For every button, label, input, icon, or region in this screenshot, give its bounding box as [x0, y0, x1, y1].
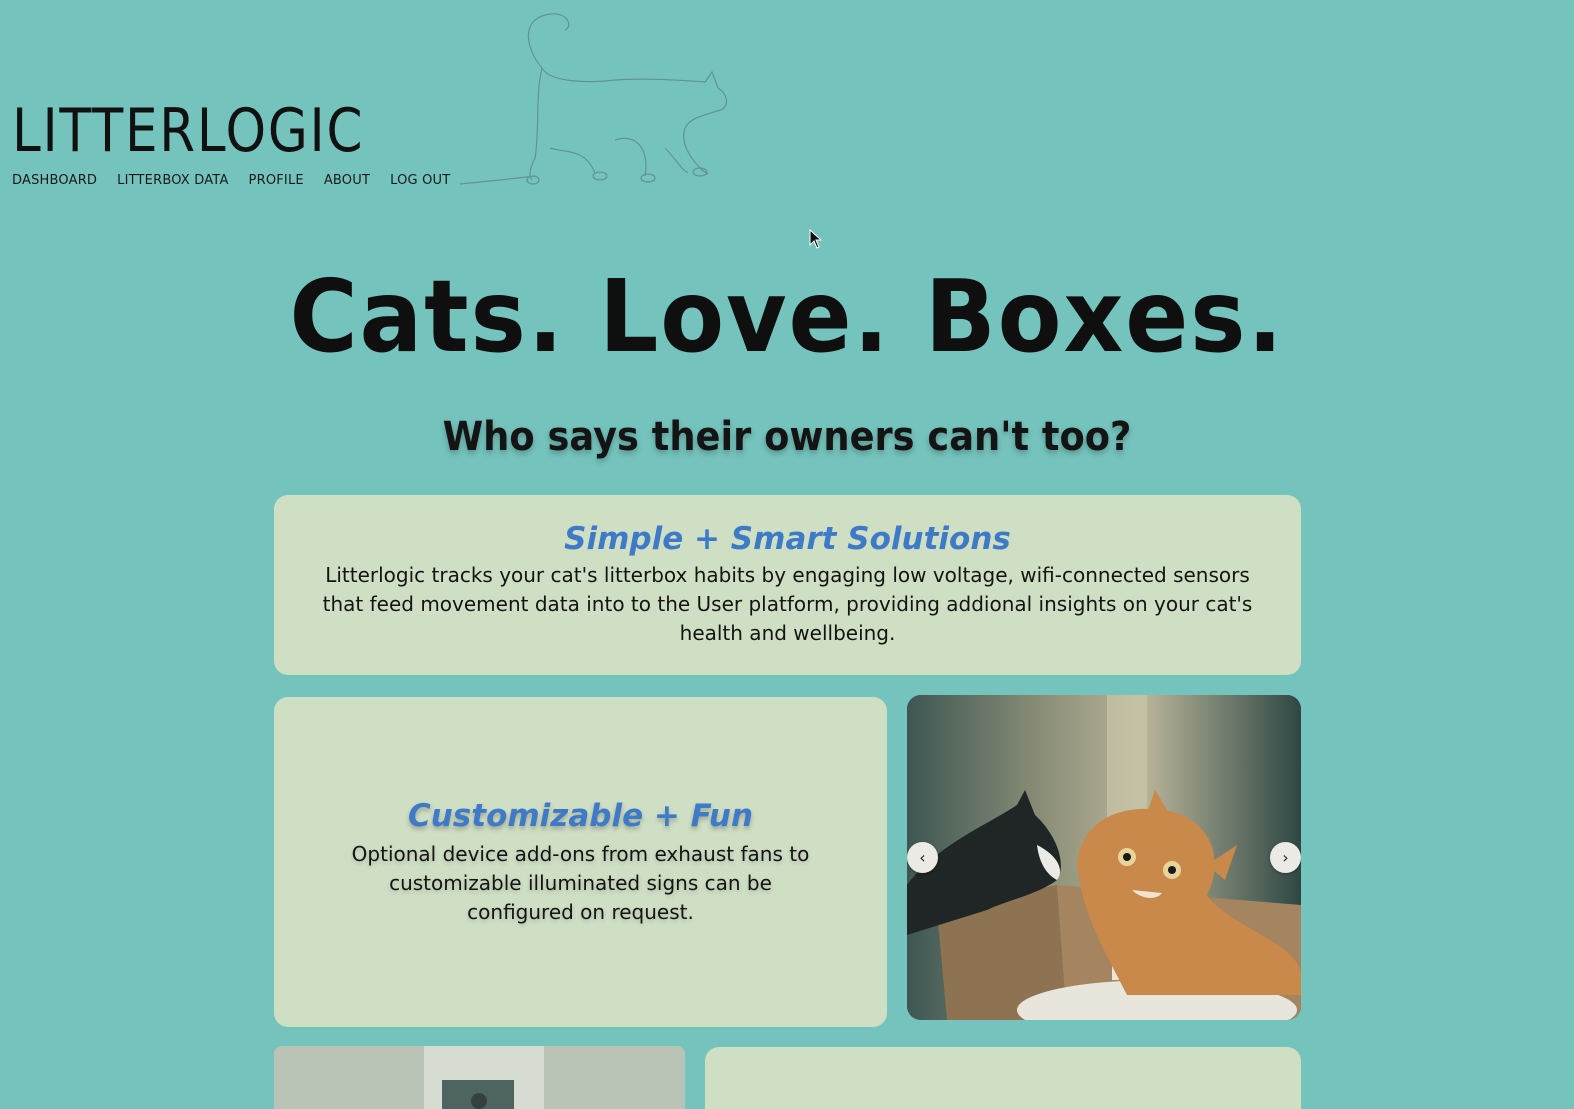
hero-title: Cats. Love. Boxes. — [289, 258, 1285, 375]
solutions-card: Simple + Smart Solutions Litterlogic tra… — [274, 495, 1301, 675]
solutions-heading: Simple + Smart Solutions — [564, 521, 1011, 557]
device-photo-card — [274, 1046, 685, 1109]
nav-litterbox-data[interactable]: LITTERBOX DATA — [117, 173, 228, 188]
carousel-prev-button[interactable]: ‹ — [907, 842, 938, 873]
hero-subtitle: Who says their owners can't too? — [442, 414, 1132, 460]
nav-about[interactable]: ABOUT — [324, 173, 370, 188]
nav-dashboard[interactable]: DASHBOARD — [12, 173, 97, 188]
main-nav: DASHBOARD LITTERBOX DATA PROFILE ABOUT L… — [12, 173, 470, 188]
cats-in-box-image — [907, 695, 1301, 1020]
nav-profile[interactable]: PROFILE — [249, 173, 304, 188]
chevron-right-icon: › — [1282, 848, 1289, 867]
cat-outline-icon — [459, 13, 728, 185]
page: LITTERLOGIC DASHBOARD LITTERBOX DATA PRO… — [0, 0, 1574, 1109]
customizable-heading: Customizable + Fun — [407, 797, 754, 834]
image-carousel[interactable]: ‹ › — [907, 695, 1301, 1020]
info-card — [705, 1047, 1301, 1109]
customizable-body: Optional device add-ons from exhaust fan… — [351, 841, 810, 924]
chevron-left-icon: ‹ — [919, 848, 926, 867]
nav-log-out[interactable]: LOG OUT — [390, 173, 450, 188]
device-image — [274, 1046, 685, 1109]
carousel-next-button[interactable]: › — [1270, 842, 1301, 873]
customizable-card: Customizable + Fun Optional device add-o… — [274, 697, 887, 1027]
solutions-body: Litterlogic tracks your cat's litterbox … — [322, 563, 1253, 645]
brand-logo[interactable]: LITTERLOGIC — [12, 96, 364, 166]
mouse-cursor-icon — [809, 229, 823, 249]
